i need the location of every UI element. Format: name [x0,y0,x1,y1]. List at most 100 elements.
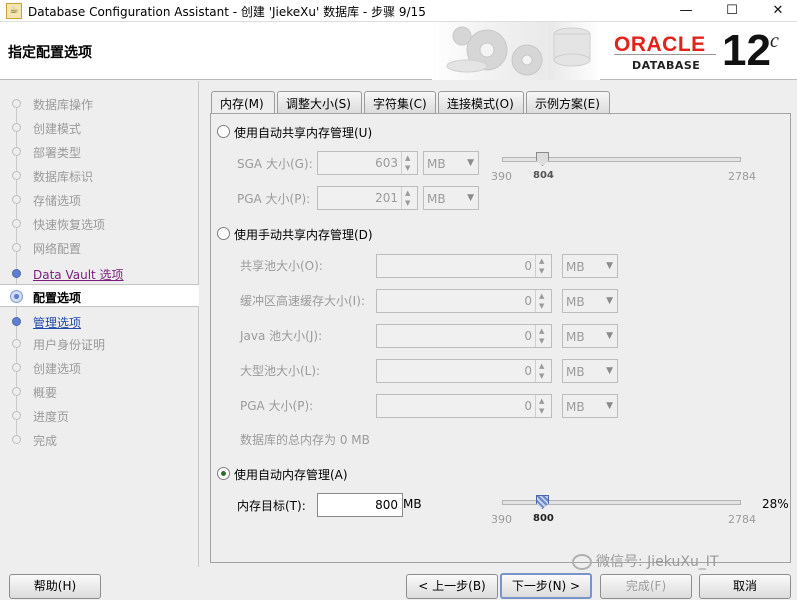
spin-down-icon[interactable]: ▼ [539,267,544,275]
spinner-arrows[interactable]: ▲ ▼ [535,395,551,417]
pga-unit-select[interactable]: MB ▼ [423,186,479,210]
shared-pool-spinner[interactable]: 0 ▲ ▼ [376,254,552,278]
spinner-arrows[interactable]: ▲ ▼ [535,325,551,347]
amm-radio[interactable] [217,467,230,480]
asmm-slider-thumb[interactable] [536,152,549,166]
chevron-down-icon: ▼ [606,261,613,271]
spin-down-icon[interactable]: ▼ [405,164,410,172]
unit-value: MB [566,260,585,274]
pga-size-label: PGA 大小(P): [237,192,311,206]
cancel-button[interactable]: 取消 [699,574,791,599]
unit-value: MB [566,330,585,344]
asmm-radio[interactable] [217,125,230,138]
spin-up-icon[interactable]: ▲ [539,397,544,405]
spin-down-icon[interactable]: ▼ [539,302,544,310]
finish-button[interactable]: 完成(F) [600,574,692,599]
sga-unit-select[interactable]: MB ▼ [423,151,479,175]
pga-size-spinner[interactable]: 201 ▲ ▼ [317,186,418,210]
nav-step-db-identification: 数据库标识 [0,164,199,187]
gears-icon [446,26,591,76]
spin-down-icon[interactable]: ▼ [539,372,544,380]
spinner-arrows[interactable]: ▲ ▼ [401,187,417,209]
nav-step-credentials: 用户身份证明 [0,332,199,355]
chevron-down-icon: ▼ [606,366,613,376]
chevron-down-icon: ▼ [467,193,474,203]
chevron-down-icon: ▼ [606,401,613,411]
nav-step-storage: 存储选项 [0,188,199,211]
pga-unit-value: MB [427,192,446,206]
nav-step-db-operation: 数据库操作 [0,92,199,115]
spin-down-icon[interactable]: ▼ [539,407,544,415]
nav-step-network: 网络配置 [0,236,199,259]
spin-up-icon[interactable]: ▲ [539,292,544,300]
tab-character-sets[interactable]: 字符集(C) [364,91,436,113]
buffer-cache-value: 0 [524,294,532,308]
spinner-arrows[interactable]: ▲ ▼ [535,360,551,382]
help-button[interactable]: 帮助(H) [9,574,101,599]
header-banner: 指定配置选项 ORACLE DATABASE 12 c [0,22,797,80]
nav-step-finish: 完成 [0,428,199,451]
memory-target-input[interactable]: 800 [317,493,403,517]
page-title: 指定配置选项 [8,45,92,61]
nav-step-deployment-type: 部署类型 [0,140,199,163]
manual-smm-radio[interactable] [217,227,230,240]
wechat-watermark: 微信号: JiekuXu_IT [572,551,719,571]
step-dot-icon [12,219,21,228]
memory-target-label: 内存目标(T): [237,499,306,513]
pga-size-value: 201 [375,191,398,205]
close-button[interactable]: ✕ [755,0,797,22]
spin-down-icon[interactable]: ▼ [539,337,544,345]
asmm-label[interactable]: 使用自动共享内存管理(U) [234,124,372,141]
spin-up-icon[interactable]: ▲ [539,257,544,265]
large-pool-unit-select[interactable]: MB ▼ [562,359,618,383]
amm-label[interactable]: 使用自动内存管理(A) [234,466,348,483]
nav-step-data-vault[interactable]: Data Vault 选项 [0,262,199,285]
step-dot-icon [12,317,21,326]
chevron-down-icon: ▼ [606,331,613,341]
step-dot-icon [12,435,21,444]
window-title: Database Configuration Assistant - 创建 'J… [28,5,426,19]
step-dot-icon [12,147,21,156]
next-button[interactable]: 下一步(N) > [500,573,592,599]
spinner-arrows[interactable]: ▲ ▼ [401,152,417,174]
large-pool-spinner[interactable]: 0 ▲ ▼ [376,359,552,383]
tab-memory[interactable]: 内存(M) [211,91,275,114]
large-pool-value: 0 [524,364,532,378]
tab-sample-schemas[interactable]: 示例方案(E) [526,91,610,113]
step-dot-icon [12,269,21,278]
amm-percent: 28% [762,497,789,511]
manual-smm-label[interactable]: 使用手动共享内存管理(D) [234,226,373,243]
nav-step-management[interactable]: 管理选项 [0,310,199,333]
current-step-icon [10,290,23,303]
step-dot-icon [12,171,21,180]
spinner-arrows[interactable]: ▲ ▼ [535,255,551,277]
tab-sizing[interactable]: 调整大小(S) [277,91,362,113]
spin-up-icon[interactable]: ▲ [539,327,544,335]
java-pool-unit-select[interactable]: MB ▼ [562,324,618,348]
tab-connection-mode[interactable]: 连接模式(O) [438,91,524,113]
spin-down-icon[interactable]: ▼ [405,199,410,207]
java-pool-value: 0 [524,329,532,343]
maximize-button[interactable]: ☐ [709,0,755,22]
manual-pga-unit-select[interactable]: MB ▼ [562,394,618,418]
buffer-cache-spinner[interactable]: 0 ▲ ▼ [376,289,552,313]
spin-up-icon[interactable]: ▲ [405,154,410,162]
back-button[interactable]: < 上一步(B) [406,574,498,599]
buffer-cache-unit-select[interactable]: MB ▼ [562,289,618,313]
database-label: DATABASE [632,59,701,72]
chevron-down-icon: ▼ [606,296,613,306]
amm-slider-thumb[interactable] [536,495,549,509]
amm-slider-value: 800 [533,513,554,524]
shared-pool-unit-select[interactable]: MB ▼ [562,254,618,278]
java-pool-spinner[interactable]: 0 ▲ ▼ [376,324,552,348]
spin-up-icon[interactable]: ▲ [405,189,410,197]
spinner-arrows[interactable]: ▲ ▼ [535,290,551,312]
spin-up-icon[interactable]: ▲ [539,362,544,370]
manual-pga-label: PGA 大小(P): [240,399,314,413]
minimize-button[interactable]: — [663,0,709,22]
java-app-icon: ☕ [6,3,22,19]
manual-pga-spinner[interactable]: 0 ▲ ▼ [376,394,552,418]
sga-size-spinner[interactable]: 603 ▲ ▼ [317,151,418,175]
wechat-icon [572,554,592,570]
unit-value: MB [566,365,585,379]
